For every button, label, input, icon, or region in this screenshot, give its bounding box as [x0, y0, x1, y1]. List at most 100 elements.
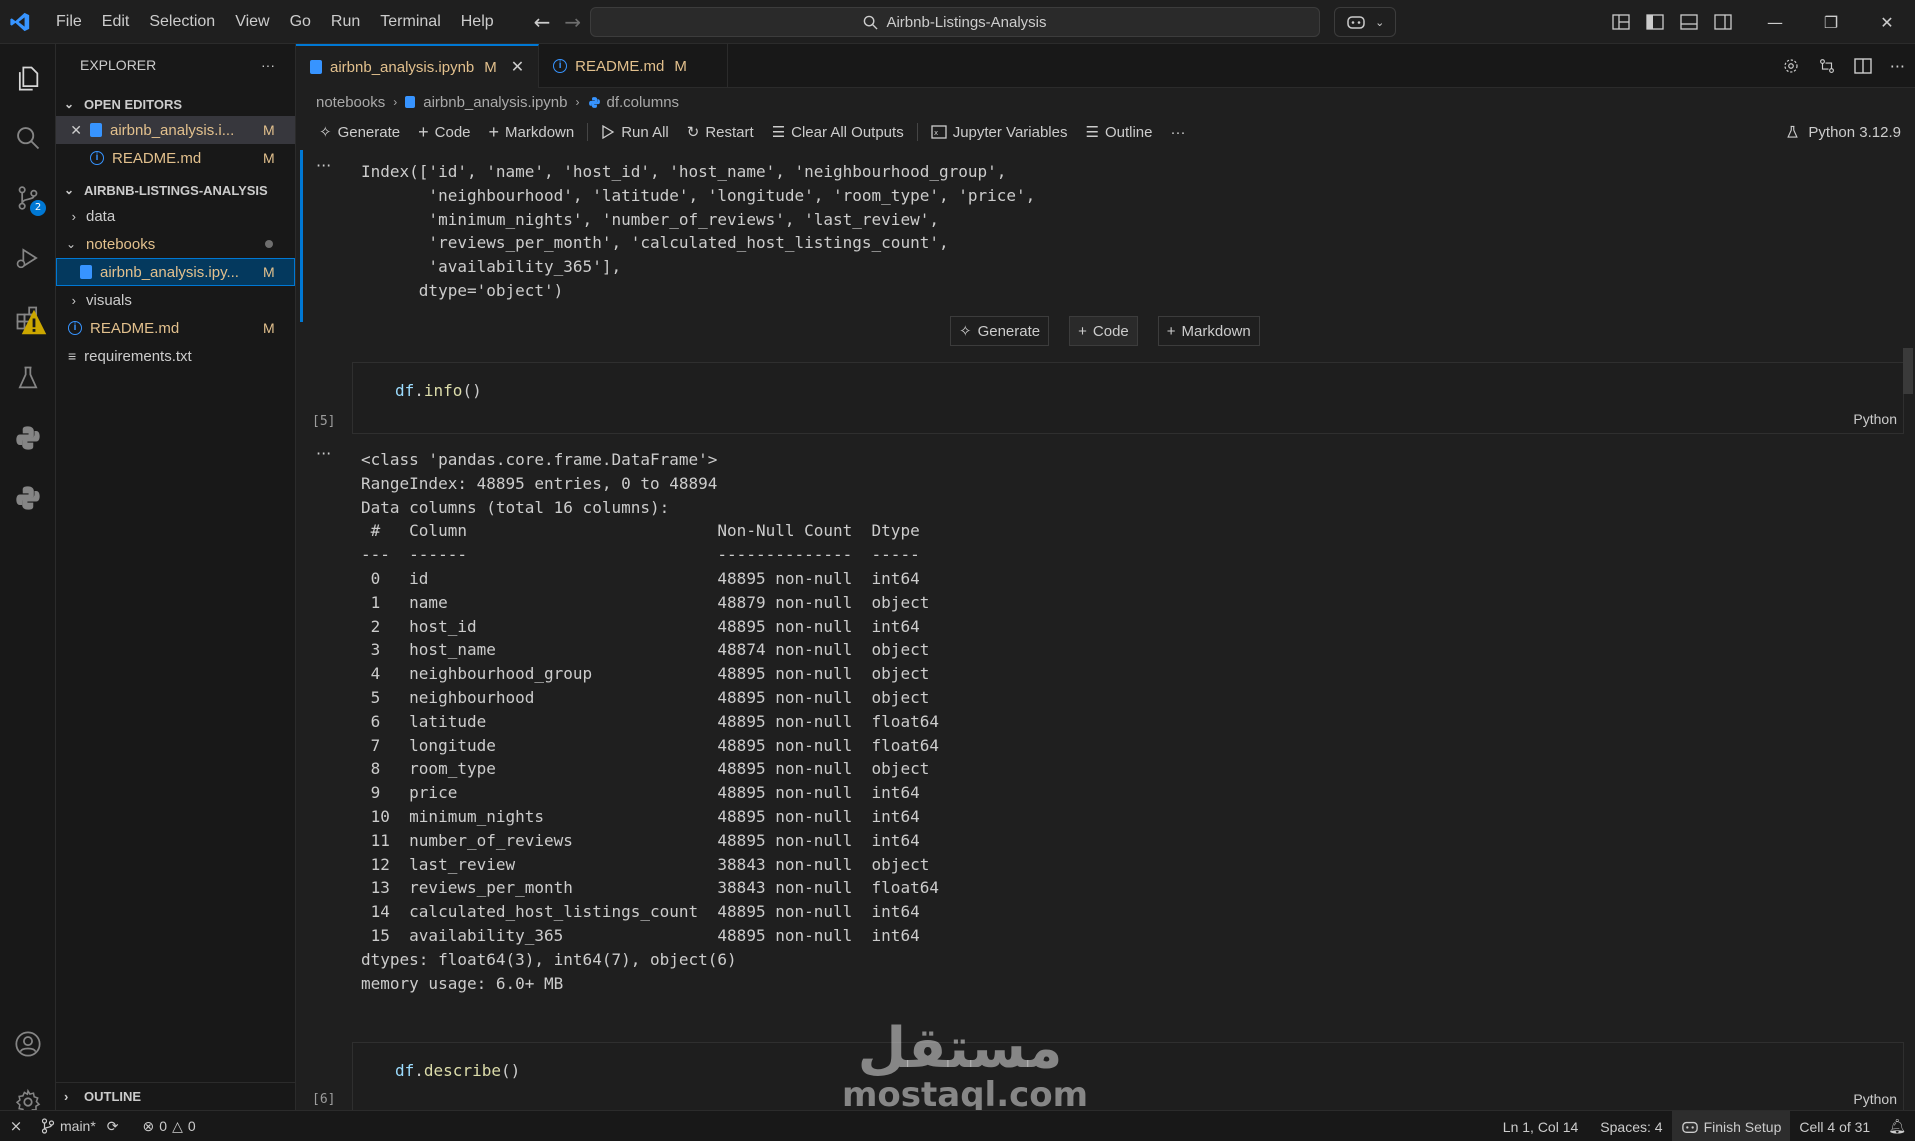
command-center-search[interactable]: Airbnb-Listings-Analysis — [590, 7, 1320, 37]
insert-generate-button[interactable]: ✧ Generate — [950, 316, 1050, 346]
tree-item-visuals[interactable]: › visuals — [56, 286, 295, 314]
menu-view[interactable]: View — [225, 0, 279, 44]
close-tab-icon[interactable]: ✕ — [511, 57, 524, 77]
notebook-toolbar: ✧ Generate + Code + Markdown Run All ↻ R… — [296, 116, 1915, 148]
svg-text:x: x — [934, 129, 938, 137]
toggle-panel-icon[interactable] — [1680, 14, 1698, 30]
settings-gear-icon[interactable] — [1782, 57, 1800, 75]
sync-icon[interactable]: ⟳ — [107, 1118, 119, 1135]
open-editor-notebook[interactable]: ✕ airbnb_analysis.i... M — [56, 116, 295, 144]
problems-indicator[interactable]: ⊗ 0 △ 0 — [134, 1111, 205, 1141]
extensions-activity[interactable] — [0, 290, 56, 346]
add-code-button[interactable]: + Code — [409, 122, 479, 143]
notebook-body[interactable]: ··· Index(['id', 'name', 'host_id', 'hos… — [296, 148, 1915, 1110]
menu-edit[interactable]: Edit — [92, 0, 140, 44]
branch-indicator[interactable]: main* ⟳ — [32, 1111, 128, 1141]
source-control-activity[interactable]: 2 — [0, 170, 56, 226]
restart-button[interactable]: ↻ Restart — [678, 123, 763, 142]
search-activity[interactable] — [0, 110, 56, 166]
explorer-title: EXPLORER — [80, 57, 157, 73]
toggle-secondary-sidebar-icon[interactable] — [1714, 14, 1732, 30]
back-arrow-icon[interactable]: ← — [534, 10, 551, 34]
outline-button[interactable]: ☰ Outline — [1076, 123, 1161, 142]
kernel-picker[interactable]: Python 3.12.9 — [1785, 116, 1901, 148]
notifications-button[interactable]: 🔔︎ — [1879, 1111, 1915, 1141]
close-window-icon[interactable]: ✕ — [1859, 0, 1915, 44]
finish-setup-label: Finish Setup — [1703, 1118, 1782, 1135]
split-editor-icon[interactable] — [1854, 57, 1872, 75]
breadcrumb-symbol[interactable]: df.columns — [607, 94, 680, 111]
explorer-activity[interactable] — [0, 50, 56, 106]
output-actions[interactable]: ··· — [316, 156, 331, 175]
python-icon — [16, 426, 40, 450]
cell-language-label[interactable]: Python — [1853, 411, 1897, 427]
tree-item-label: README.md — [90, 319, 180, 337]
tree-item-notebook-file[interactable]: airbnb_analysis.ipy... M — [56, 258, 295, 286]
add-markdown-button[interactable]: + Markdown — [480, 122, 584, 143]
accounts-activity[interactable] — [0, 1016, 56, 1072]
menu-go[interactable]: Go — [280, 0, 321, 44]
restore-icon[interactable]: ❐ — [1803, 0, 1859, 44]
branch-name: main* — [60, 1118, 96, 1134]
menu-help[interactable]: Help — [451, 0, 504, 44]
python-activity[interactable] — [0, 410, 56, 466]
output-actions[interactable]: ··· — [316, 444, 331, 463]
outline-section[interactable]: › OUTLINE — [56, 1082, 296, 1110]
modified-dot — [265, 240, 273, 248]
run-debug-activity[interactable] — [0, 230, 56, 286]
python-env-activity[interactable] — [0, 470, 56, 526]
project-section[interactable]: ⌄ AIRBNB-LISTINGS-ANALYSIS — [56, 178, 295, 202]
cell-language-label[interactable]: Python — [1853, 1091, 1897, 1107]
open-editors-section[interactable]: ⌄ OPEN EDITORS — [56, 92, 295, 116]
toolbar-more-button[interactable]: ··· — [1161, 124, 1194, 141]
jupyter-variables-button[interactable]: x Jupyter Variables — [922, 124, 1077, 141]
breadcrumb-file[interactable]: airbnb_analysis.ipynb — [423, 94, 567, 111]
breadcrumb: notebooks › airbnb_analysis.ipynb › df.c… — [296, 88, 1915, 116]
clear-outputs-button[interactable]: ☰ Clear All Outputs — [763, 123, 913, 142]
close-icon[interactable]: ✕ — [56, 122, 90, 139]
open-editor-readme[interactable]: i README.md M — [56, 144, 295, 172]
insert-markdown-button[interactable]: + Markdown — [1157, 316, 1260, 346]
menu-selection[interactable]: Selection — [139, 0, 225, 44]
menu-run[interactable]: Run — [321, 0, 370, 44]
breadcrumb-folder[interactable]: notebooks — [316, 94, 385, 111]
tree-item-data[interactable]: › data — [56, 202, 295, 230]
code-source[interactable]: df.describe() — [395, 1059, 520, 1083]
cursor-position[interactable]: Ln 1, Col 14 — [1494, 1111, 1588, 1141]
testing-activity[interactable] — [0, 350, 56, 406]
tree-item-notebooks[interactable]: ⌄ notebooks — [56, 230, 295, 258]
code-source[interactable]: df.info() — [395, 379, 482, 403]
chevron-down-icon[interactable]: ⌄ — [1375, 16, 1384, 29]
error-count: 0 — [159, 1118, 168, 1134]
insert-code-button[interactable]: + Code — [1069, 316, 1138, 346]
vscode-logo-icon — [2, 0, 38, 44]
tree-item-requirements[interactable]: ≡ requirements.txt — [56, 342, 295, 370]
remote-indicator[interactable]: ⨯ — [0, 1111, 32, 1141]
more-actions-icon[interactable]: ··· — [1890, 57, 1905, 76]
run-all-button[interactable]: Run All — [592, 124, 678, 141]
menu-terminal[interactable]: Terminal — [370, 0, 450, 44]
toggle-primary-sidebar-icon[interactable] — [1646, 14, 1664, 30]
tab-notebook[interactable]: airbnb_analysis.ipynb M ✕ — [296, 44, 540, 88]
code-cell-info[interactable]: df.info() Python — [352, 362, 1904, 434]
modified-badge: M — [484, 58, 497, 76]
outline-label: OUTLINE — [84, 1089, 142, 1104]
copilot-button[interactable]: ⌄ — [1334, 7, 1396, 37]
editor-area: airbnb_analysis.ipynb M ✕ i README.md M … — [296, 44, 1915, 1110]
tree-item-readme[interactable]: i README.md M — [56, 314, 295, 342]
modified-badge: M — [263, 150, 275, 166]
generate-button[interactable]: ✧ Generate — [310, 123, 409, 142]
compare-changes-icon[interactable] — [1818, 57, 1836, 75]
more-actions-icon[interactable]: ··· — [261, 57, 275, 73]
cell-indicator[interactable]: Cell 4 of 31 — [1790, 1111, 1879, 1141]
outline-label: Outline — [1104, 123, 1153, 141]
forward-arrow-icon[interactable]: → — [564, 10, 581, 34]
indentation[interactable]: Spaces: 4 — [1591, 1111, 1671, 1141]
code-cell-describe[interactable]: df.describe() Python — [352, 1042, 1904, 1110]
customize-layout-icon[interactable] — [1612, 14, 1630, 30]
tab-readme[interactable]: i README.md M — [539, 44, 728, 88]
minimize-icon[interactable]: — — [1747, 0, 1803, 44]
finish-setup-button[interactable]: Finish Setup — [1671, 1111, 1791, 1141]
vertical-scrollbar[interactable] — [1903, 348, 1913, 394]
menu-file[interactable]: File — [46, 0, 92, 44]
